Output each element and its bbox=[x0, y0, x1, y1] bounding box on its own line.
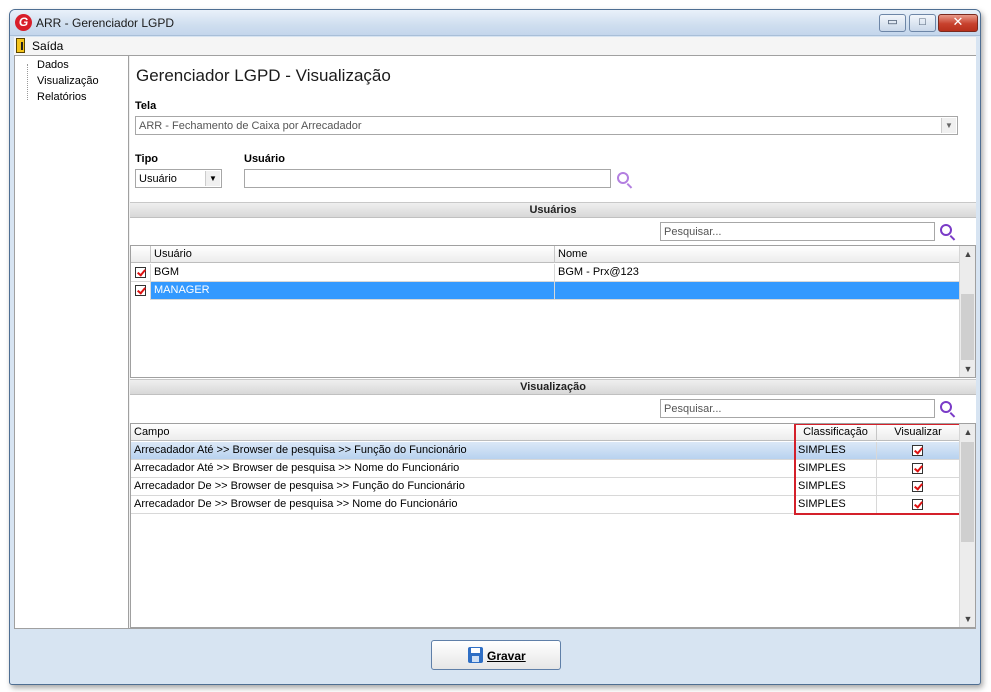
scrollbar-thumb[interactable] bbox=[961, 294, 974, 360]
visualizacao-scrollbar[interactable]: ▲ ▼ bbox=[959, 424, 975, 627]
save-button-label: Gravar bbox=[487, 649, 526, 663]
usuarios-table: Usuário Nome BGM BGM - Prx@123 MANAGER ▲… bbox=[130, 245, 976, 378]
main-panel: Gerenciador LGPD - Visualização Tela ARR… bbox=[130, 56, 976, 628]
campo-cell: Arrecadador De >> Browser de pesquisa >>… bbox=[131, 496, 795, 514]
nome-cell: BGM - Prx@123 bbox=[555, 264, 960, 282]
campo-cell: Arrecadador De >> Browser de pesquisa >>… bbox=[131, 478, 795, 496]
checkbox-checked-icon[interactable] bbox=[135, 285, 146, 296]
menu-bar: Saída bbox=[14, 37, 976, 55]
highlight-box bbox=[794, 424, 961, 515]
chevron-down-icon[interactable]: ▼ bbox=[205, 171, 220, 186]
table-row-selected[interactable]: MANAGER bbox=[131, 282, 960, 300]
title-bar: G ARR - Gerenciador LGPD ▭ □ ✕ bbox=[10, 10, 980, 36]
visualizacao-search-placeholder: Pesquisar... bbox=[664, 403, 722, 415]
row-checkbox-cell[interactable] bbox=[131, 264, 151, 282]
save-button[interactable]: Gravar bbox=[431, 640, 561, 670]
usuario-label: Usuário bbox=[244, 153, 285, 165]
search-icon[interactable] bbox=[940, 401, 952, 413]
row-checkbox-cell[interactable] bbox=[131, 282, 151, 300]
usuarios-scrollbar[interactable]: ▲ ▼ bbox=[959, 246, 975, 377]
checkbox-checked-icon[interactable] bbox=[135, 267, 146, 278]
scroll-down-arrow-icon[interactable]: ▼ bbox=[960, 611, 975, 627]
maximize-button[interactable]: □ bbox=[909, 14, 936, 32]
floppy-disk-icon bbox=[468, 647, 483, 663]
exit-menu-item[interactable]: Saída bbox=[32, 39, 63, 53]
search-icon[interactable] bbox=[940, 224, 952, 236]
tree-item-visualizacao[interactable]: Visualização bbox=[37, 75, 99, 87]
visualizacao-section-header: Visualização bbox=[130, 379, 976, 395]
app-logo-icon: G bbox=[15, 14, 32, 31]
scroll-up-arrow-icon[interactable]: ▲ bbox=[960, 246, 975, 262]
column-header-usuario[interactable]: Usuário bbox=[151, 246, 555, 263]
scroll-up-arrow-icon[interactable]: ▲ bbox=[960, 424, 975, 440]
tela-select-value: ARR - Fechamento de Caixa por Arrecadado… bbox=[139, 120, 362, 132]
search-icon[interactable] bbox=[617, 172, 629, 184]
tree-connector bbox=[27, 64, 28, 100]
usuario-cell: BGM bbox=[151, 264, 555, 282]
scroll-down-arrow-icon[interactable]: ▼ bbox=[960, 361, 975, 377]
checkbox-column-header bbox=[131, 246, 151, 263]
window-title: ARR - Gerenciador LGPD bbox=[36, 16, 175, 30]
tela-label: Tela bbox=[135, 100, 157, 112]
close-button[interactable]: ✕ bbox=[938, 14, 978, 32]
minimize-button[interactable]: ▭ bbox=[879, 14, 906, 32]
usuarios-search-input[interactable]: Pesquisar... bbox=[660, 222, 935, 241]
usuario-input[interactable] bbox=[244, 169, 611, 188]
tipo-label: Tipo bbox=[135, 153, 159, 165]
tree-item-dados[interactable]: Dados bbox=[37, 59, 69, 71]
usuario-cell: MANAGER bbox=[151, 282, 555, 300]
scrollbar-thumb[interactable] bbox=[961, 442, 974, 542]
visualizacao-table: Campo Classificação Visualizar Arrecadad… bbox=[130, 423, 976, 628]
navigation-tree: Dados Visualização Relatórios bbox=[15, 56, 129, 628]
tela-select[interactable]: ARR - Fechamento de Caixa por Arrecadado… bbox=[135, 116, 958, 135]
exit-door-icon bbox=[16, 38, 25, 53]
tree-item-relatorios[interactable]: Relatórios bbox=[37, 91, 87, 103]
client-area: Dados Visualização Relatórios Gerenciado… bbox=[14, 55, 976, 629]
campo-cell: Arrecadador Até >> Browser de pesquisa >… bbox=[131, 460, 795, 478]
tipo-select-value: Usuário bbox=[139, 173, 177, 185]
column-header-campo[interactable]: Campo bbox=[131, 424, 795, 441]
app-window: G ARR - Gerenciador LGPD ▭ □ ✕ Saída Dad… bbox=[9, 9, 981, 685]
campo-cell: Arrecadador Até >> Browser de pesquisa >… bbox=[131, 442, 795, 460]
usuarios-search-placeholder: Pesquisar... bbox=[664, 226, 722, 238]
column-header-nome[interactable]: Nome bbox=[555, 246, 960, 263]
nome-cell bbox=[555, 282, 960, 300]
usuarios-section-header: Usuários bbox=[130, 202, 976, 218]
page-title: Gerenciador LGPD - Visualização bbox=[136, 66, 391, 85]
visualizacao-search-input[interactable]: Pesquisar... bbox=[660, 399, 935, 418]
chevron-down-icon[interactable]: ▼ bbox=[941, 118, 956, 133]
table-row[interactable]: BGM BGM - Prx@123 bbox=[131, 264, 960, 282]
tipo-select[interactable]: Usuário ▼ bbox=[135, 169, 222, 188]
usuarios-table-header: Usuário Nome bbox=[131, 246, 960, 263]
